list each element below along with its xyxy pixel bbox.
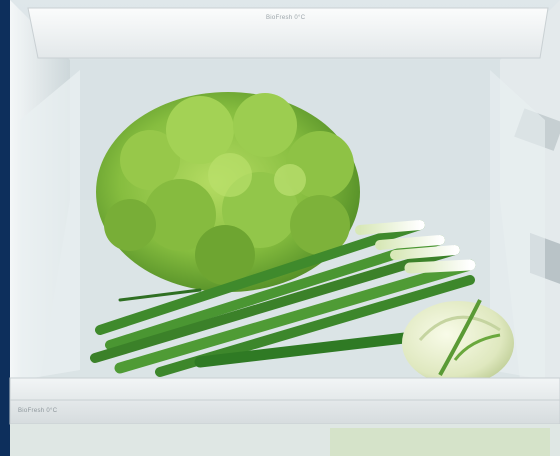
- drawer-front-label: BioFresh 0°C: [18, 408, 58, 414]
- top-shelf-label: BioFresh 0°C: [266, 15, 306, 21]
- drawer-left-glass: [20, 70, 80, 380]
- fridge-drawer-photo: [9, 0, 560, 456]
- drawer-front: [9, 377, 560, 425]
